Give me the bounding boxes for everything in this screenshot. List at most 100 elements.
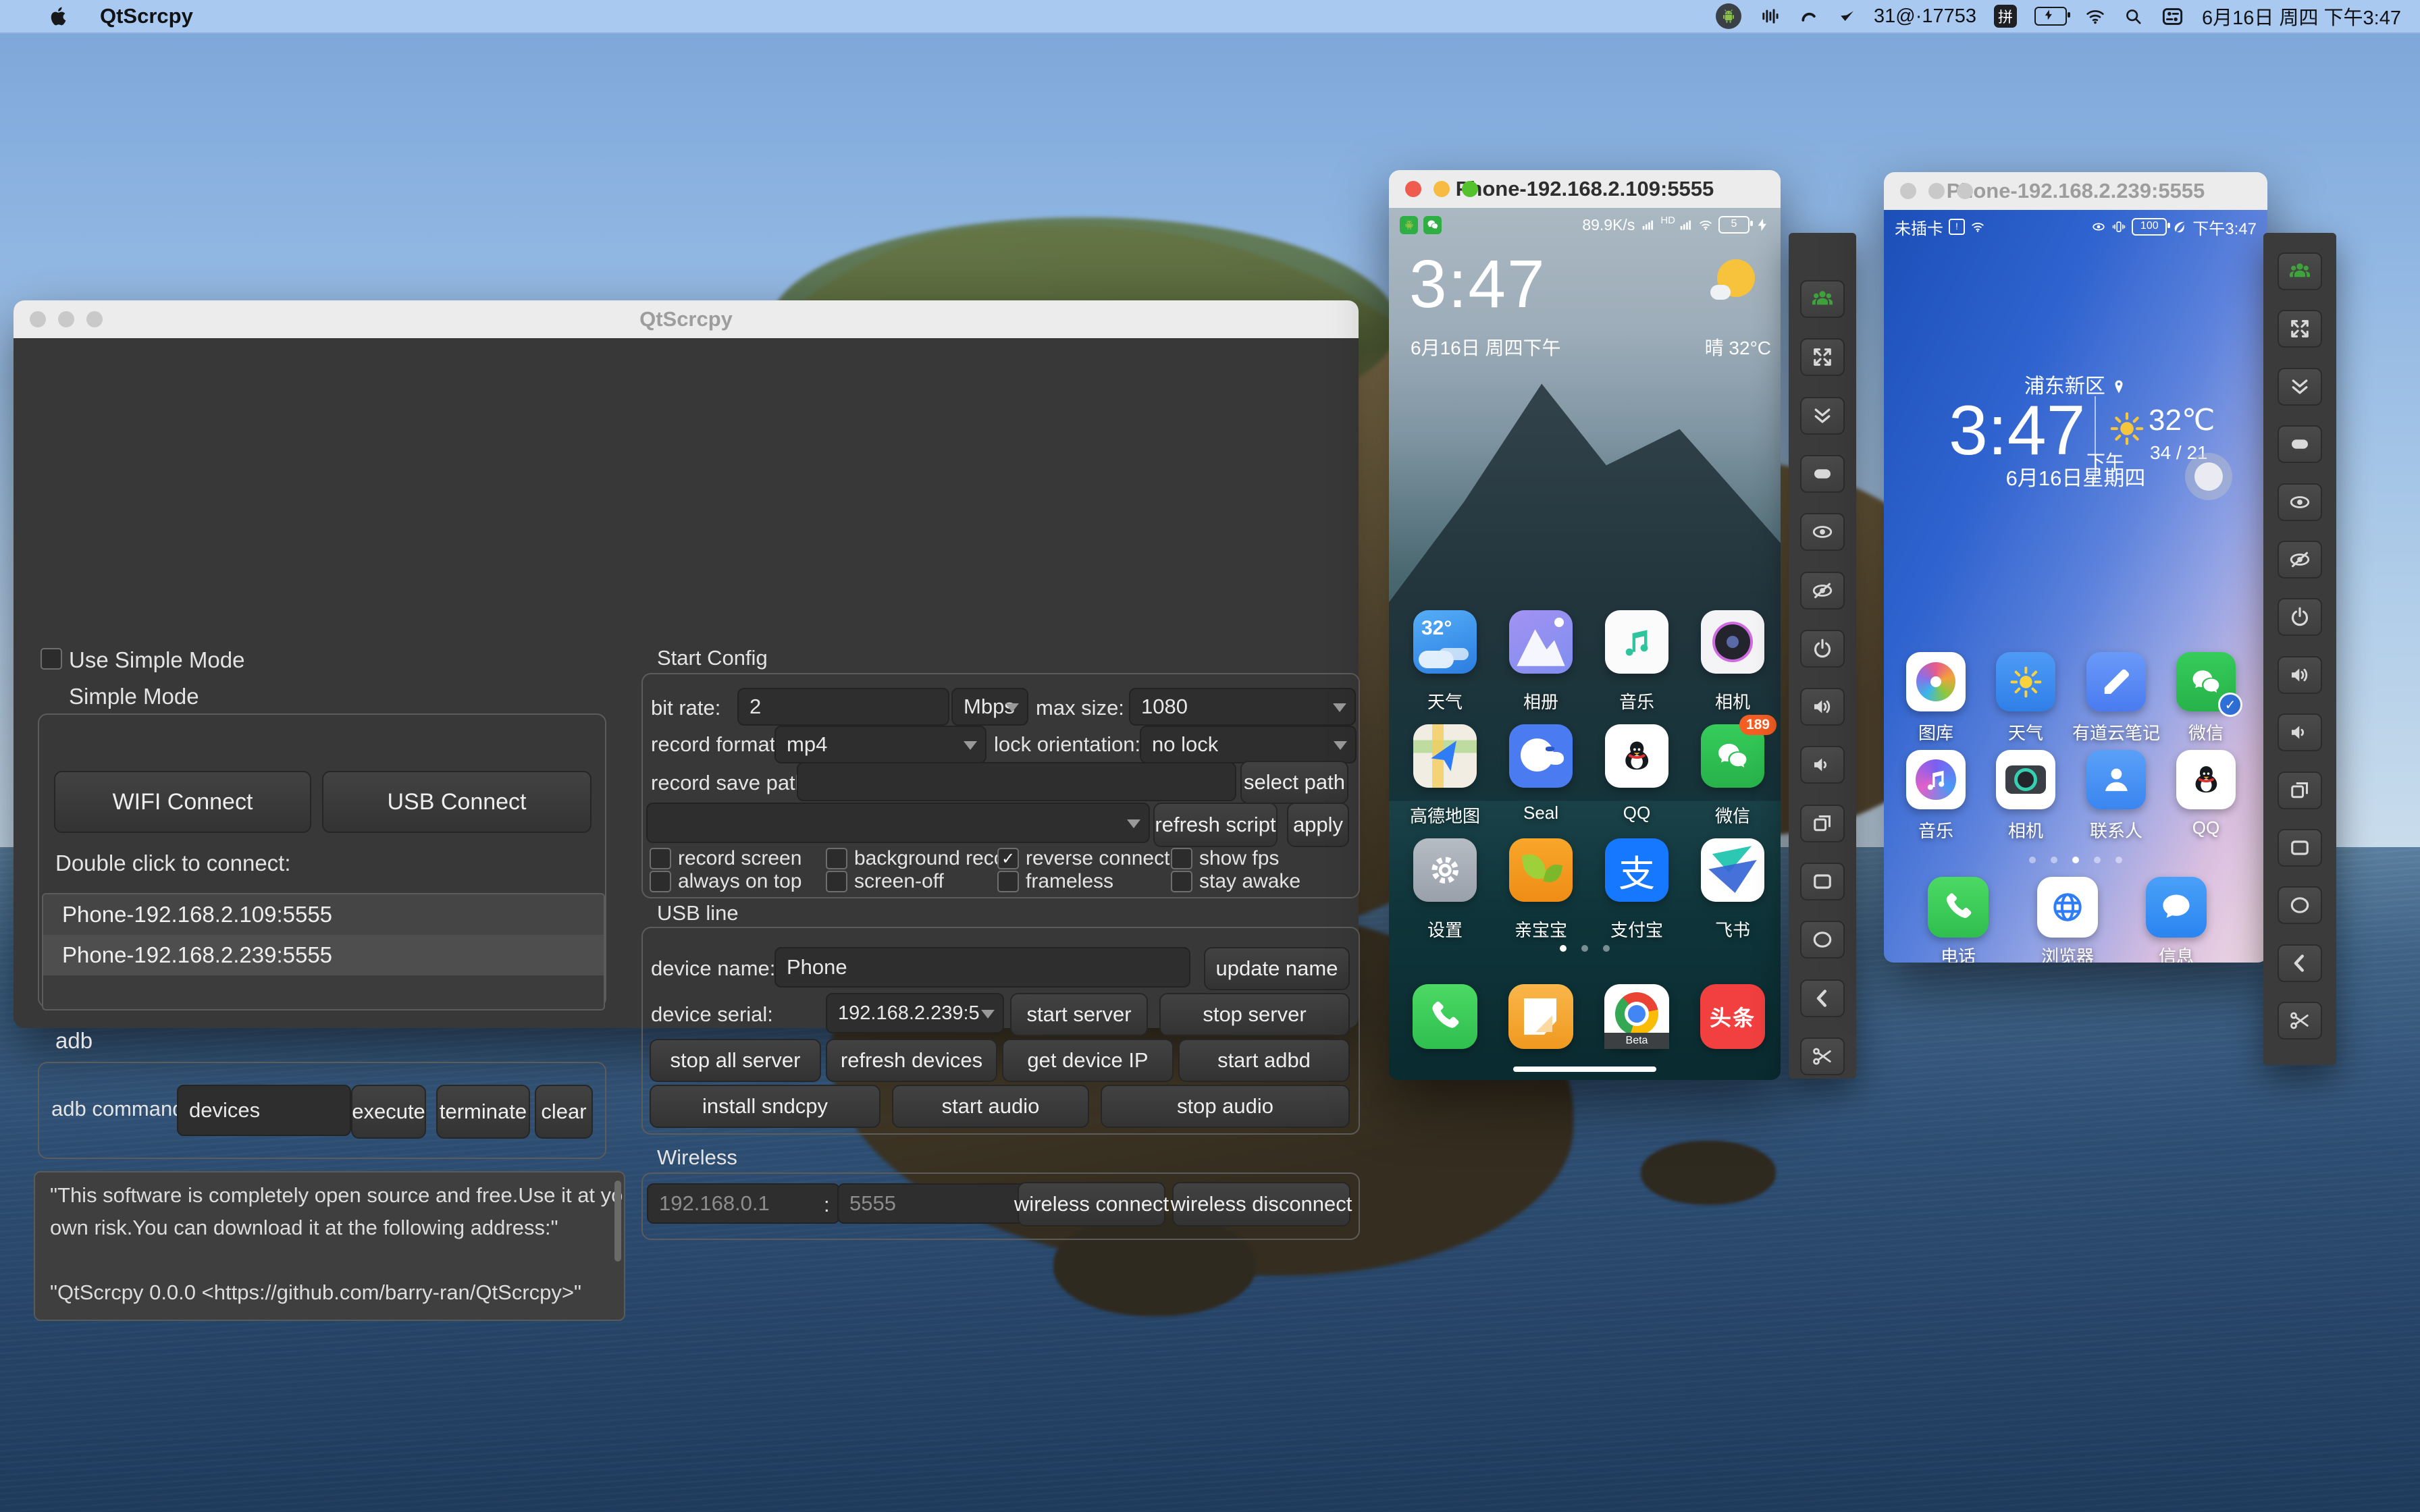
bit-rate-input[interactable]: 2	[737, 688, 949, 726]
toolbar-volume-up-button[interactable]	[1800, 688, 1845, 726]
clear-button[interactable]: clear	[535, 1085, 593, 1139]
notes-dock-app[interactable]	[1508, 984, 1573, 1049]
start-audio-button[interactable]: start audio	[892, 1085, 1089, 1128]
qq-app[interactable]	[1605, 724, 1668, 788]
stop-server-button[interactable]: stop server	[1159, 993, 1350, 1036]
toolbar-touch-button[interactable]	[1800, 454, 1845, 493]
execute-button[interactable]: execute	[351, 1085, 426, 1139]
toolbar-volume-up-button[interactable]	[2278, 655, 2322, 694]
minimize-button[interactable]	[1433, 181, 1450, 197]
device-list[interactable]: Phone-192.168.2.109:5555 Phone-192.168.2.…	[42, 893, 605, 1010]
apple-menu-icon[interactable]	[47, 5, 70, 28]
usb-connect-button[interactable]: USB Connect	[322, 771, 591, 833]
phone-dock-app[interactable]	[1413, 984, 1477, 1049]
search-icon[interactable]	[2124, 7, 2143, 26]
seal-app[interactable]	[1509, 724, 1573, 788]
wireless-ip-input[interactable]: 192.168.0.1	[647, 1183, 840, 1224]
close-button[interactable]	[1405, 181, 1421, 197]
camera-app[interactable]	[1701, 610, 1764, 674]
phone2-titlebar[interactable]: Phone-192.168.2.239:5555	[1884, 172, 2267, 210]
checkbox-box[interactable]	[1171, 848, 1192, 869]
qtscrcpy-titlebar[interactable]: QtScrcpy	[14, 300, 1359, 338]
checkbox-background-record[interactable]: background record	[826, 847, 997, 870]
phone1-titlebar[interactable]: Phone-192.168.2.109:5555	[1389, 170, 1781, 208]
toolbar-group-control-button[interactable]	[1800, 280, 1845, 318]
wechat-app[interactable]: 189	[1701, 715, 1777, 788]
wifi-icon[interactable]	[2084, 5, 2106, 27]
use-simple-mode-checkbox[interactable]	[41, 648, 62, 670]
start-server-button[interactable]: start server	[1010, 993, 1148, 1036]
checkbox-reverse-connection[interactable]: ✓ reverse connection	[997, 847, 1171, 870]
control-center-icon[interactable]	[2161, 5, 2184, 28]
toolbar-home-button[interactable]	[1800, 921, 1845, 959]
chrome-beta-dock-app[interactable]: Beta	[1604, 984, 1669, 1049]
checkbox-box[interactable]	[826, 848, 847, 869]
camera-app[interactable]	[1996, 750, 2055, 809]
battery-icon[interactable]	[2034, 7, 2071, 26]
zoom-button[interactable]	[86, 311, 103, 327]
device-list-item[interactable]: Phone-192.168.2.239:5555	[43, 935, 604, 975]
toolbar-collapse-button[interactable]	[2278, 367, 2322, 406]
script-select[interactable]	[646, 803, 1150, 843]
install-sndcpy-button[interactable]: install sndcpy	[650, 1085, 880, 1128]
close-button[interactable]	[30, 311, 46, 327]
log-scrollbar[interactable]	[614, 1181, 621, 1262]
qq-app[interactable]	[2176, 750, 2236, 809]
checkbox-always-on-top[interactable]: always on top	[650, 870, 826, 893]
toolbar-back-button[interactable]	[1800, 979, 1845, 1017]
checkbox-box[interactable]	[650, 848, 671, 869]
toolbar-back-button[interactable]	[2278, 944, 2322, 982]
toolbar-screen-off-button[interactable]	[1800, 571, 1845, 610]
select-path-button[interactable]: select path	[1240, 761, 1348, 804]
arc-status-icon[interactable]	[1798, 5, 1820, 27]
phone2-screen[interactable]: 未插卡 ! 100 下午3:47 浦东新区 3:47 下午 32℃ 34 / 2…	[1884, 210, 2267, 963]
toolbar-volume-down-button[interactable]	[2278, 713, 2322, 752]
toolbar-screenshot-button[interactable]	[1800, 1037, 1845, 1075]
albums-app[interactable]	[1509, 610, 1573, 674]
stop-audio-button[interactable]: stop audio	[1101, 1085, 1350, 1128]
settings-app[interactable]	[1413, 838, 1477, 902]
checkbox-screen-off[interactable]: screen-off	[826, 870, 997, 893]
feishu-app[interactable]	[1701, 838, 1764, 902]
checkbox-box[interactable]	[650, 871, 671, 892]
toolbar-menu-button[interactable]	[1800, 863, 1845, 900]
phone-dock-app[interactable]	[1928, 877, 1989, 938]
amap-app[interactable]	[1413, 724, 1477, 788]
lock-orientation-select[interactable]: no lock	[1140, 726, 1357, 763]
get-device-ip-button[interactable]: get device IP	[1002, 1039, 1174, 1082]
record-format-select[interactable]: mp4	[774, 726, 987, 763]
apply-button[interactable]: apply	[1287, 803, 1349, 847]
phone1-screen[interactable]: 89.9K/s HD 5 3:47 6月16日 周四下午 晴 32°C 32° 天…	[1389, 208, 1781, 1080]
toolbar-screenshot-button[interactable]	[2278, 1002, 2322, 1040]
checkbox-stay-awake[interactable]: stay awake	[1171, 870, 1352, 893]
browser-dock-app[interactable]	[2037, 877, 2098, 938]
toolbar-app-switch-button[interactable]	[1800, 804, 1845, 842]
phone1-home-indicator[interactable]	[1513, 1066, 1656, 1072]
start-adbd-button[interactable]: start adbd	[1178, 1039, 1350, 1082]
zoom-button[interactable]	[1957, 183, 1973, 199]
refresh-devices-button[interactable]: refresh devices	[826, 1039, 997, 1082]
minimize-button[interactable]	[1928, 183, 1945, 199]
toolbar-volume-down-button[interactable]	[1800, 746, 1845, 784]
checkbox-record-screen[interactable]: record screen	[650, 847, 826, 870]
android-status-icon[interactable]	[1716, 3, 1742, 29]
youdao-note-app[interactable]	[2086, 652, 2146, 711]
toolbar-screen-off-button[interactable]	[2278, 541, 2322, 578]
net-speed-text[interactable]: 31@·17753	[1874, 5, 1976, 28]
weather-app[interactable]	[1996, 652, 2055, 711]
wechat-app[interactable]: ✓	[2176, 652, 2242, 717]
wireless-connect-button[interactable]: wireless connect	[1014, 1182, 1169, 1226]
refresh-script-button[interactable]: refresh script	[1153, 803, 1278, 847]
bit-rate-unit-select[interactable]: Mbps	[951, 688, 1028, 726]
music-app[interactable]	[1906, 750, 1966, 809]
toolbar-app-switch-button[interactable]	[2278, 771, 2322, 809]
qinbaobao-app[interactable]	[1509, 838, 1573, 902]
menubar-app-name[interactable]: QtScrcpy	[100, 4, 193, 28]
device-list-item[interactable]: Phone-192.168.2.109:5555	[43, 894, 604, 935]
minimize-button[interactable]	[58, 311, 74, 327]
checkbox-box[interactable]	[826, 871, 847, 892]
checkbox-show-fps[interactable]: show fps	[1171, 847, 1352, 870]
checkbox-box[interactable]: ✓	[997, 848, 1019, 869]
checkbox-box[interactable]	[997, 871, 1019, 892]
adb-command-input[interactable]: devices	[177, 1085, 351, 1136]
